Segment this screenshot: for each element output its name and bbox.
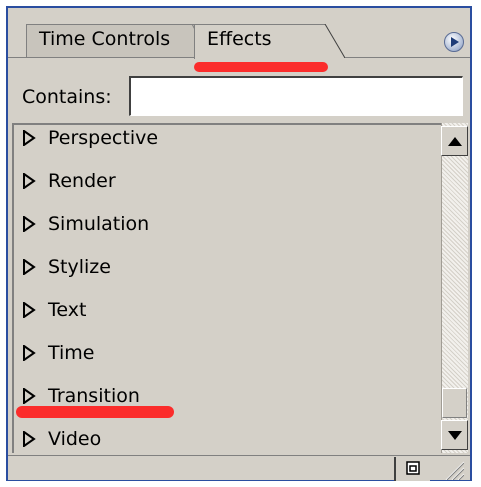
disclosure-triangle-icon[interactable] bbox=[22, 216, 36, 232]
list-item-label: Render bbox=[48, 170, 116, 192]
scroll-down-arrow-icon bbox=[448, 431, 462, 440]
list-item-label: Transition bbox=[48, 385, 140, 407]
disclosure-triangle-icon[interactable] bbox=[22, 173, 36, 189]
contains-label: Contains: bbox=[22, 86, 112, 108]
list-item-label: Video bbox=[48, 428, 102, 450]
new-bin-icon bbox=[406, 461, 420, 475]
list-item-video[interactable]: Video bbox=[22, 419, 101, 453]
play-arrow-icon bbox=[451, 37, 459, 47]
new-bin-button[interactable] bbox=[394, 457, 430, 481]
disclosure-triangle-icon[interactable] bbox=[22, 130, 36, 146]
tab-time-controls-label: Time Controls bbox=[39, 28, 171, 50]
disclosure-triangle-icon[interactable] bbox=[22, 302, 36, 318]
scroll-down-button[interactable] bbox=[441, 420, 468, 450]
scroll-up-arrow-icon bbox=[448, 137, 462, 146]
tab-bar: Time Controls Effects bbox=[8, 8, 470, 59]
contains-search-input[interactable] bbox=[129, 76, 463, 116]
list-item-perspective[interactable]: Perspective bbox=[22, 125, 159, 158]
scroll-up-button[interactable] bbox=[441, 126, 468, 156]
disclosure-triangle-icon[interactable] bbox=[22, 259, 36, 275]
list-item-label: Simulation bbox=[48, 213, 150, 235]
highlight-mark-effects-tab bbox=[194, 62, 328, 72]
list-item-stylize[interactable]: Stylize bbox=[22, 247, 111, 287]
list-item-render[interactable]: Render bbox=[22, 161, 116, 201]
panel-menu-arrow-icon[interactable] bbox=[444, 32, 464, 52]
highlight-mark-transition bbox=[16, 406, 174, 418]
disclosure-triangle-icon[interactable] bbox=[22, 431, 36, 447]
list-item-label: Perspective bbox=[48, 127, 159, 149]
resize-grip-icon[interactable] bbox=[438, 458, 464, 480]
list-item-text[interactable]: Text bbox=[22, 290, 86, 330]
effects-palette: Time Controls Effects Contains: Perspect… bbox=[6, 6, 472, 481]
tab-effects[interactable]: Effects bbox=[194, 24, 312, 59]
disclosure-triangle-icon[interactable] bbox=[22, 388, 36, 404]
list-item-label: Time bbox=[48, 342, 95, 364]
tab-edge-shape bbox=[311, 24, 345, 58]
list-item-time[interactable]: Time bbox=[22, 333, 95, 373]
list-item-simulation[interactable]: Simulation bbox=[22, 204, 149, 244]
disclosure-triangle-icon[interactable] bbox=[22, 345, 36, 361]
list-item-label: Text bbox=[48, 299, 87, 321]
list-item-label: Stylize bbox=[48, 256, 111, 278]
tab-effects-label: Effects bbox=[207, 28, 272, 50]
tab-time-controls[interactable]: Time Controls bbox=[26, 24, 196, 58]
effects-list: Perspective Render Simulation Stylize Te… bbox=[12, 123, 468, 453]
scrollbar-thumb[interactable] bbox=[442, 388, 467, 418]
